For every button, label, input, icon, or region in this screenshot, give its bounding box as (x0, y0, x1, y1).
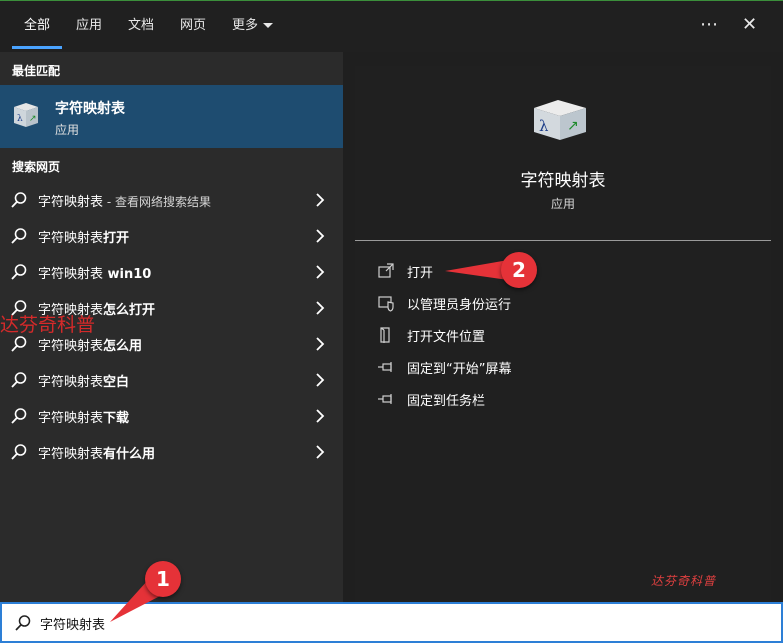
annotation-badge-2: 2 (501, 252, 537, 288)
best-match-type: 应用 (55, 123, 80, 137)
web-result-label: 字符映射表有什么用 (38, 447, 156, 462)
character-map-app-icon: λ ↗ (14, 103, 38, 127)
search-icon (11, 408, 27, 424)
search-icon (15, 615, 31, 631)
tab-all[interactable]: 全部 (24, 16, 50, 36)
tab-documents[interactable]: 文档 (128, 16, 154, 36)
svg-text:λ: λ (539, 117, 549, 135)
more-options-icon[interactable]: ⋯ (700, 14, 718, 36)
pin-icon (378, 362, 392, 372)
tab-web[interactable]: 网页 (180, 16, 206, 36)
chevron-right-icon (316, 409, 325, 423)
web-result-item[interactable]: 字符映射表 win10 (0, 254, 343, 290)
tab-more[interactable]: 更多 (232, 16, 274, 36)
chevron-right-icon (316, 229, 325, 243)
character-map-large-icon: λ ↗ (534, 100, 586, 140)
chevron-right-icon (316, 193, 325, 207)
watermark-left: 达芬奇科普 (0, 314, 96, 336)
search-icon (11, 336, 27, 352)
close-icon[interactable]: ✕ (742, 14, 757, 36)
web-result-item[interactable]: 字符映射表 - 查看网络搜索结果 (0, 182, 343, 218)
action-run-as-admin-label: 以管理员身份运行 (407, 298, 512, 313)
web-result-item[interactable]: 字符映射表下载 (0, 398, 343, 434)
detail-app-type: 应用 (550, 197, 575, 211)
web-search-heading: 搜索网页 (12, 160, 61, 174)
best-match-name: 字符映射表 (55, 101, 125, 117)
svg-text:λ: λ (17, 114, 23, 124)
chevron-right-icon (316, 373, 325, 387)
top-accent-line (0, 0, 783, 1)
web-result-label: 字符映射表 win10 (38, 267, 152, 282)
web-result-item[interactable]: 字符映射表有什么用 (0, 434, 343, 470)
detail-divider (355, 240, 771, 241)
watermark-right: 达芬奇科普 (651, 574, 717, 588)
action-pin-to-taskbar-label: 固定到任务栏 (407, 394, 486, 409)
tab-more-label: 更多 (232, 18, 259, 33)
search-icon (11, 264, 27, 280)
action-open[interactable]: 打开 (377, 261, 497, 281)
svg-text:↗: ↗ (567, 118, 579, 134)
chevron-right-icon (316, 301, 325, 315)
action-open-label: 打开 (407, 266, 434, 281)
search-icon (11, 372, 27, 388)
file-location-icon (380, 327, 390, 343)
action-open-file-location-label: 打开文件位置 (407, 330, 486, 345)
tab-apps[interactable]: 应用 (76, 16, 102, 36)
action-pin-to-taskbar[interactable]: 固定到任务栏 (377, 389, 507, 409)
annotation-badge-1: 1 (145, 561, 181, 597)
web-result-label: 字符映射表空白 (38, 375, 130, 390)
active-tab-indicator (12, 46, 62, 49)
search-icon (11, 444, 27, 460)
best-match-item[interactable]: λ ↗ 字符映射表 应用 (0, 85, 343, 148)
svg-text:↗: ↗ (29, 114, 37, 124)
best-match-heading: 最佳匹配 (12, 64, 61, 78)
search-icon (11, 228, 27, 244)
web-result-label: 字符映射表打开 (38, 231, 130, 246)
web-result-item[interactable]: 字符映射表空白 (0, 362, 343, 398)
chevron-down-icon (263, 23, 274, 28)
action-pin-to-start-label: 固定到“开始”屏幕 (407, 362, 512, 377)
web-result-label: 字符映射表下载 (38, 411, 130, 426)
web-result-label: 字符映射表怎么用 (38, 339, 143, 354)
search-input[interactable] (40, 612, 640, 634)
search-bar (0, 602, 783, 643)
top-bar: 全部 应用 文档 网页 更多 ⋯ ✕ (0, 0, 783, 52)
web-result-item[interactable]: 字符映射表打开 (0, 218, 343, 254)
web-result-label: 字符映射表 - 查看网络搜索结果 (38, 195, 211, 210)
pin-icon (378, 394, 392, 404)
open-icon (378, 263, 394, 278)
shield-icon (378, 296, 394, 312)
chevron-right-icon (316, 337, 325, 351)
detail-app-title: 字符映射表 (520, 171, 606, 191)
chevron-right-icon (316, 265, 325, 279)
action-run-as-admin[interactable]: 以管理员身份运行 (377, 293, 537, 313)
search-icon (11, 192, 27, 208)
action-pin-to-start[interactable]: 固定到“开始”屏幕 (377, 357, 527, 377)
chevron-right-icon (316, 445, 325, 459)
action-open-file-location[interactable]: 打开文件位置 (377, 325, 517, 345)
